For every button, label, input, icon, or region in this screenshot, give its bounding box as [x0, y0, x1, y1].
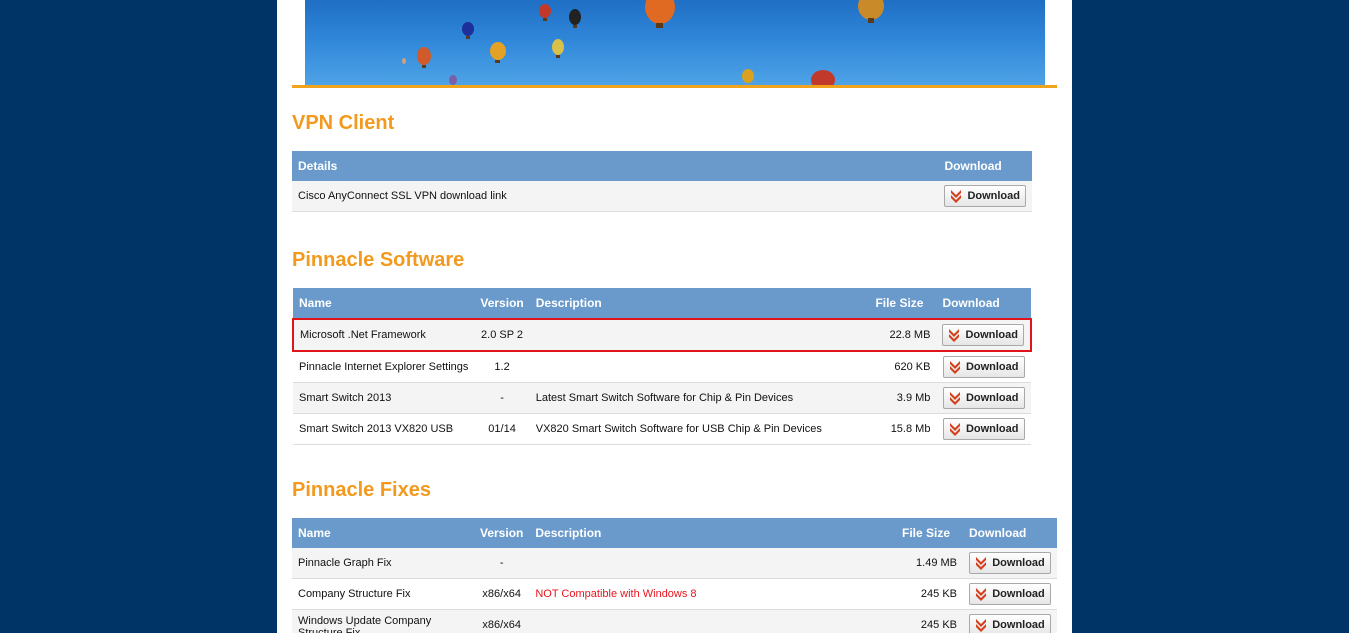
row-download-cell: Download	[963, 548, 1057, 579]
download-button[interactable]: Download	[942, 356, 1025, 378]
page-content: VPN Client Details Download Cisco AnyCon…	[277, 0, 1072, 633]
column-header-download: Download	[936, 288, 1031, 319]
table-row: Company Structure Fix x86/x64 NOT Compat…	[292, 578, 1057, 610]
download-button[interactable]: Download	[969, 552, 1051, 574]
row-download-cell: Download	[963, 578, 1057, 610]
table-row: Windows Update Company Structure Fix x86…	[292, 609, 1057, 633]
hot-air-balloons-banner	[305, 0, 1045, 85]
vpn-client-heading: VPN Client	[292, 112, 395, 134]
download-button[interactable]: Download	[969, 614, 1051, 633]
vpn-client-table: Details Download Cisco AnyConnect SSL VP…	[292, 151, 1032, 212]
download-button-label: Download	[992, 619, 1045, 631]
row-description: Latest Smart Switch Software for Chip & …	[529, 382, 870, 414]
table-row: Smart Switch 2013 - Latest Smart Switch …	[293, 382, 1031, 414]
row-details: Cisco AnyConnect SSL VPN download link	[292, 181, 939, 212]
download-button[interactable]: Download	[942, 387, 1025, 409]
double-chevron-down-icon	[949, 329, 960, 342]
table-header-row: Name Version Description File Size Downl…	[292, 518, 1057, 548]
download-button-label: Download	[992, 557, 1045, 569]
double-chevron-down-icon	[976, 557, 987, 570]
table-header-row: Details Download	[292, 151, 1032, 181]
row-version: 1.2	[474, 351, 530, 383]
row-version: x86/x64	[474, 609, 530, 633]
row-name: Company Structure Fix	[292, 578, 474, 610]
pinnacle-software-table: Name Version Description File Size Downl…	[291, 288, 1032, 445]
row-name: Smart Switch 2013	[293, 382, 475, 414]
row-description	[529, 609, 896, 633]
row-version: -	[474, 548, 530, 579]
double-chevron-down-icon	[951, 190, 962, 203]
double-chevron-down-icon	[949, 423, 960, 436]
table-row: Pinnacle Graph Fix - 1.49 MB Download	[292, 548, 1057, 579]
row-name-text: Windows Update Company Structure Fix	[298, 615, 432, 633]
row-file-size: 22.8 MB	[869, 318, 937, 352]
pinnacle-fixes-heading: Pinnacle Fixes	[292, 479, 431, 501]
row-download-cell: Download	[936, 413, 1031, 445]
table-header-row: Name Version Description File Size Downl…	[293, 288, 1031, 319]
row-download-cell: Download	[936, 382, 1031, 414]
row-file-size: 620 KB	[869, 351, 937, 383]
column-header-description: Description	[529, 288, 870, 319]
row-description	[529, 318, 870, 352]
table-row: Smart Switch 2013 VX820 USB 01/14 VX820 …	[293, 413, 1031, 445]
row-version: 01/14	[474, 413, 530, 445]
row-description-warning: NOT Compatible with Windows 8	[529, 578, 896, 610]
row-description	[529, 548, 896, 579]
row-version: x86/x64	[474, 578, 530, 610]
row-file-size: 3.9 Mb	[869, 382, 937, 414]
column-header-name: Name	[293, 288, 475, 319]
pinnacle-fixes-table: Name Version Description File Size Downl…	[292, 518, 1057, 633]
row-description: VX820 Smart Switch Software for USB Chip…	[529, 413, 870, 445]
row-file-size: 245 KB	[896, 578, 963, 610]
table-row: Pinnacle Internet Explorer Settings 1.2 …	[293, 351, 1031, 383]
row-download-cell: Download	[936, 351, 1031, 383]
double-chevron-down-icon	[976, 619, 987, 632]
row-file-size: 245 KB	[896, 609, 963, 633]
column-header-name: Name	[292, 518, 474, 548]
download-button-label: Download	[992, 588, 1045, 600]
row-file-size: 15.8 Mb	[869, 413, 937, 445]
download-button[interactable]: Download	[969, 583, 1051, 605]
column-header-version: Version	[474, 518, 530, 548]
banner-divider	[292, 85, 1057, 88]
table-row: Cisco AnyConnect SSL VPN download link D…	[292, 181, 1032, 212]
column-header-description: Description	[529, 518, 896, 548]
download-button-label: Download	[965, 361, 1019, 373]
download-button-label: Download	[965, 329, 1018, 341]
column-header-download: Download	[963, 518, 1057, 548]
row-name: Windows Update Company Structure Fix	[292, 609, 474, 633]
column-header-version: Version	[474, 288, 530, 319]
row-name: Microsoft .Net Framework	[291, 318, 475, 352]
download-button[interactable]: Download	[942, 324, 1024, 346]
balloons-illustration	[402, 0, 884, 85]
download-button-label: Download	[965, 392, 1019, 404]
row-name: Smart Switch 2013 VX820 USB	[293, 413, 475, 445]
double-chevron-down-icon	[949, 361, 960, 374]
pinnacle-software-heading: Pinnacle Software	[292, 249, 465, 271]
table-row-highlighted: Microsoft .Net Framework 2.0 SP 2 22.8 M…	[291, 318, 1032, 352]
row-version: -	[474, 382, 530, 414]
column-header-file-size: File Size	[869, 288, 937, 319]
download-button-label: Download	[967, 190, 1020, 202]
download-button[interactable]: Download	[942, 418, 1025, 440]
column-header-details: Details	[292, 151, 939, 181]
column-header-download: Download	[938, 151, 1032, 181]
download-button[interactable]: Download	[944, 185, 1026, 207]
double-chevron-down-icon	[976, 588, 987, 601]
row-description	[529, 351, 870, 383]
row-download-cell: Download	[963, 609, 1057, 633]
row-download-cell: Download	[938, 181, 1032, 212]
row-version: 2.0 SP 2	[474, 318, 530, 352]
column-header-file-size: File Size	[896, 518, 963, 548]
row-name: Pinnacle Graph Fix	[292, 548, 474, 579]
row-download-cell: Download	[936, 318, 1032, 352]
row-name: Pinnacle Internet Explorer Settings	[293, 351, 475, 383]
double-chevron-down-icon	[949, 392, 960, 405]
row-file-size: 1.49 MB	[896, 548, 963, 579]
download-button-label: Download	[965, 423, 1019, 435]
